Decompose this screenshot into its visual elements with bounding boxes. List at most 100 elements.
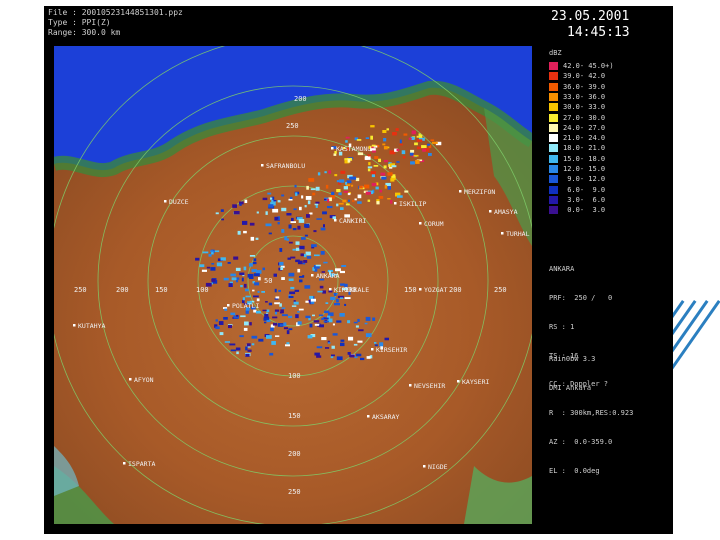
echo-cell: [300, 253, 304, 257]
echo-cell: [299, 245, 305, 250]
echo-cell: [306, 214, 310, 218]
echo-cell: [323, 317, 329, 320]
decorative-stripes: [672, 0, 720, 540]
echo-cell: [418, 134, 423, 138]
echo-cell: [336, 180, 343, 183]
city-marker: [371, 348, 374, 351]
param-prf: PRF: 250 / 0: [549, 293, 613, 302]
echo-cell: [334, 174, 338, 177]
range-label: 250: [288, 488, 301, 496]
echo-cell: [391, 165, 397, 168]
echo-cell: [301, 237, 306, 240]
echo-cell: [290, 286, 295, 290]
echo-cell: [353, 321, 358, 324]
range-label: 250: [494, 286, 507, 294]
radar-map-canvas[interactable]: 250 200 150 10050100 150 200 25020025010015020…: [54, 46, 532, 524]
echo-cell: [304, 285, 311, 289]
echo-cell: [236, 351, 239, 355]
legend-label: 0.0- 3.0: [563, 206, 606, 215]
echo-cell: [240, 315, 246, 318]
echo-cell: [379, 189, 383, 193]
echo-cell: [264, 313, 269, 317]
echo-cell: [273, 273, 277, 277]
echo-cell: [291, 217, 294, 222]
echo-cell: [333, 153, 337, 156]
legend-label: 9.0- 12.0: [563, 175, 606, 184]
radar-map[interactable]: 250 200 150 100 50 100 150 200 250 200 250 100 150 20…: [54, 46, 532, 524]
range-label: 50: [264, 277, 272, 285]
echo-cell: [235, 347, 241, 351]
echo-cell: [427, 143, 430, 146]
echo-cell: [345, 136, 350, 139]
echo-cell: [286, 213, 292, 216]
echo-cell: [365, 333, 372, 338]
legend-swatch: [549, 144, 558, 153]
echo-cell: [403, 133, 408, 136]
echo-cell: [375, 186, 379, 190]
city-label: ISPARTA: [128, 460, 155, 468]
echo-cell: [340, 342, 345, 347]
city-label: KAYSERI: [462, 378, 489, 386]
echo-cell: [371, 182, 377, 187]
echo-cell: [323, 224, 325, 228]
city-marker: [409, 384, 412, 387]
echo-cell: [292, 248, 296, 251]
echo-cell: [347, 192, 351, 196]
echo-cell: [401, 150, 406, 155]
echo-cell: [353, 343, 358, 346]
echo-cell: [223, 317, 228, 320]
echo-cell: [245, 288, 249, 292]
city-marker: [311, 274, 314, 277]
echo-cell: [249, 222, 255, 226]
echo-cell: [235, 280, 239, 283]
echo-cell: [285, 344, 290, 347]
echo-cell: [224, 341, 230, 343]
echo-cell: [343, 190, 349, 193]
echo-cell: [399, 143, 403, 146]
echo-cell: [416, 135, 419, 138]
echo-cell: [244, 199, 248, 203]
echo-cell: [306, 256, 312, 259]
city-label: AKSARAY: [372, 413, 399, 421]
echo-cell: [299, 206, 302, 211]
echo-cell: [243, 283, 247, 288]
echo-cell: [288, 315, 293, 319]
city-marker: [423, 465, 426, 468]
range-label: 250: [74, 286, 87, 294]
range-label: 200: [449, 286, 462, 294]
echo-cell: [202, 251, 209, 254]
echo-cell: [347, 352, 351, 355]
echo-cell: [266, 319, 271, 323]
city-label: CANKIRI: [339, 217, 366, 225]
echo-cell: [309, 295, 314, 299]
echo-cell: [278, 289, 281, 292]
echo-cell: [356, 353, 362, 357]
legend-label: 3.0- 6.0: [563, 195, 606, 204]
echo-cell: [347, 320, 351, 324]
echo-cell: [295, 241, 300, 245]
echo-cell: [344, 297, 351, 299]
echo-cell: [348, 336, 354, 341]
echo-cell: [258, 338, 264, 342]
echo-cell: [392, 132, 397, 136]
echo-cell: [327, 206, 333, 209]
echo-cell: [311, 244, 317, 248]
echo-cell: [367, 166, 373, 169]
echo-cell: [358, 329, 364, 332]
echo-cell: [428, 153, 432, 156]
echo-cell: [371, 150, 376, 153]
echo-cell: [396, 161, 400, 163]
echo-cell: [304, 205, 307, 208]
echo-cell: [302, 262, 306, 265]
echo-cell: [301, 195, 304, 199]
echo-cell: [265, 211, 268, 215]
echo-cell: [345, 140, 348, 143]
echo-cell: [347, 159, 351, 163]
echo-cell: [387, 172, 393, 176]
echo-cell: [297, 225, 301, 230]
software-name: Rain0bw 3.3: [549, 355, 596, 364]
echo-cell: [224, 308, 228, 311]
echo-cell: [199, 264, 205, 268]
city-marker: [227, 304, 230, 307]
echo-cell: [374, 342, 377, 344]
